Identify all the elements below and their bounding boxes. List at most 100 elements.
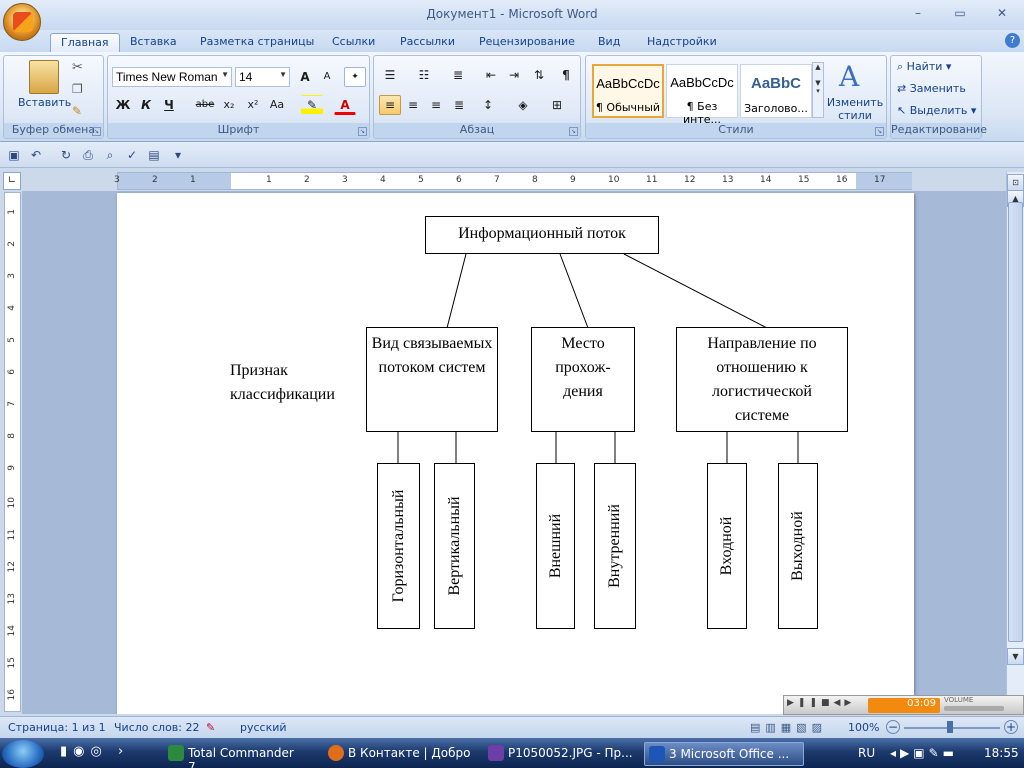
- taskbar-item-image-viewer[interactable]: P1050052.JPG - Пр...: [484, 742, 639, 766]
- print-preview-icon[interactable]: ⌕: [102, 147, 118, 163]
- clear-format-icon[interactable]: ✦: [344, 67, 366, 87]
- document-page[interactable]: Информационный поток Признак классификац…: [117, 193, 914, 714]
- subscript-button[interactable]: x₂: [218, 95, 240, 115]
- ruler-margin-left: [118, 173, 231, 189]
- tab-insert[interactable]: Вставка: [120, 33, 187, 52]
- style-normal[interactable]: AaBbCcDc ¶ Обычный: [592, 64, 664, 118]
- taskbar-item-browser[interactable]: В Контакте | Добро ...: [324, 742, 479, 768]
- justify-icon[interactable]: ≣: [448, 95, 470, 115]
- scroll-down-icon[interactable]: ▼: [1007, 648, 1024, 665]
- tab-view[interactable]: Вид: [588, 33, 630, 52]
- taskbar-item-total-commander[interactable]: Total Commander 7....: [164, 742, 319, 768]
- styles-launcher-icon[interactable]: ↘: [875, 127, 884, 136]
- proofing-icon[interactable]: ✎: [206, 721, 215, 734]
- media-controls-icon[interactable]: ▶❚❚■◀▶: [787, 698, 867, 713]
- styles-scroll-icon[interactable]: ▲ ▼ ▾: [812, 62, 824, 118]
- zoom-level[interactable]: 100%: [848, 721, 879, 734]
- horizontal-ruler[interactable]: 3 2 1 1 2 3 4 5 6 7 8 9 10 11 12 13 14 15 16 17: [114, 172, 912, 190]
- clipboard-launcher-icon[interactable]: ↘: [92, 127, 101, 136]
- ruler-number: 5: [418, 175, 424, 185]
- subcategory-box: Внутренний: [594, 463, 636, 629]
- maximize-button[interactable]: ▭: [950, 6, 970, 22]
- show-marks-icon[interactable]: ¶: [555, 65, 577, 85]
- italic-button[interactable]: К: [135, 95, 157, 115]
- language-indicator[interactable]: русский: [240, 721, 287, 734]
- word-count[interactable]: Число слов: 22: [114, 721, 200, 734]
- ruler-number: 4: [380, 175, 386, 185]
- sort-icon[interactable]: ⇅: [528, 65, 550, 85]
- align-right-icon[interactable]: ≡: [425, 95, 447, 115]
- open-icon[interactable]: ▤: [146, 147, 162, 163]
- bullets-icon[interactable]: ☰: [379, 65, 401, 85]
- save-icon[interactable]: ▣: [6, 147, 22, 163]
- close-button[interactable]: ✕: [992, 6, 1012, 22]
- spelling-icon[interactable]: ✓: [124, 147, 140, 163]
- tab-selector-icon[interactable]: ∟: [3, 172, 21, 190]
- numbering-icon[interactable]: ☷: [413, 65, 435, 85]
- find-button[interactable]: ⌕ Найти ▾: [897, 60, 951, 74]
- highlight-icon[interactable]: ✎: [301, 95, 323, 115]
- copy-icon[interactable]: ❐: [72, 82, 83, 96]
- customize-qat-icon[interactable]: ▾: [170, 147, 186, 163]
- tab-home[interactable]: Главная: [50, 33, 120, 52]
- tab-mailings[interactable]: Рассылки: [390, 33, 465, 52]
- editing-group: ⌕ Найти ▾ ⇄ Заменить ↖ Выделить ▾ Редакт…: [890, 55, 987, 139]
- tray-icons-icon[interactable]: ◂▶▣✎▬: [890, 746, 958, 760]
- style-heading[interactable]: AaBbC Заголово...: [740, 64, 812, 118]
- bold-button[interactable]: Ж: [112, 95, 134, 115]
- cut-icon[interactable]: ✂: [72, 60, 83, 75]
- tab-references[interactable]: Ссылки: [322, 33, 385, 52]
- font-launcher-icon[interactable]: ↘: [358, 127, 367, 136]
- start-button[interactable]: [2, 740, 44, 768]
- borders-icon[interactable]: ⊞: [546, 95, 568, 115]
- tab-review[interactable]: Рецензирование: [469, 33, 585, 52]
- format-painter-icon[interactable]: ✎: [72, 104, 82, 118]
- scroll-thumb[interactable]: [1008, 202, 1023, 642]
- font-color-button[interactable]: A: [334, 95, 356, 115]
- font-name-combo[interactable]: Times New Roman ▼: [112, 67, 232, 87]
- vertical-scrollbar[interactable]: ⊡ ▲ ▼: [1006, 172, 1024, 714]
- underline-button[interactable]: Ч: [158, 95, 180, 115]
- office-button[interactable]: [3, 3, 41, 41]
- replace-button[interactable]: ⇄ Заменить: [897, 82, 966, 95]
- shading-icon[interactable]: ◈: [512, 95, 534, 115]
- align-left-icon[interactable]: ≡: [379, 95, 401, 115]
- select-button[interactable]: ↖ Выделить ▾: [897, 104, 976, 117]
- font-size-combo[interactable]: 14 ▼: [235, 67, 290, 87]
- align-center-icon[interactable]: ≡: [402, 95, 424, 115]
- print-icon[interactable]: ⎙: [80, 147, 96, 163]
- change-case-button[interactable]: Aa: [266, 95, 288, 115]
- volume-slider[interactable]: [944, 706, 1004, 711]
- paste-button[interactable]: Вставить: [18, 96, 71, 109]
- page-count[interactable]: Страница: 1 из 1: [8, 721, 106, 734]
- category-text: Место прохож-дения: [555, 335, 611, 400]
- zoom-thumb[interactable]: [947, 721, 953, 733]
- multilevel-list-icon[interactable]: ≣: [447, 65, 469, 85]
- help-icon[interactable]: ?: [1005, 33, 1020, 48]
- replace-icon: ⇄: [897, 82, 910, 95]
- superscript-button[interactable]: x²: [242, 95, 264, 115]
- shrink-font-button[interactable]: A: [316, 67, 338, 87]
- view-buttons-icon[interactable]: ▤▥▦▧▨: [750, 721, 827, 734]
- quick-launch-icon[interactable]: ▮◉◎ ›: [60, 744, 129, 759]
- tab-page-layout[interactable]: Разметка страницы: [190, 33, 324, 52]
- line-spacing-icon[interactable]: ↕: [477, 95, 499, 115]
- increase-indent-icon[interactable]: ⇥: [503, 65, 525, 85]
- redo-icon[interactable]: ↻: [58, 147, 74, 163]
- minimize-button[interactable]: –: [908, 6, 928, 22]
- vertical-ruler[interactable]: 1 2 3 4 5 6 7 8 9 10 11 12 13 14 15 16: [4, 192, 21, 712]
- language-bar[interactable]: RU: [858, 746, 875, 760]
- grow-font-button[interactable]: A: [294, 67, 316, 87]
- ruler-toggle-icon[interactable]: ⊡: [1007, 174, 1024, 191]
- style-sample: AaBbC: [750, 75, 801, 92]
- tab-addins[interactable]: Надстройки: [637, 33, 727, 52]
- zoom-out-icon[interactable]: −: [886, 720, 900, 734]
- paragraph-launcher-icon[interactable]: ↘: [569, 127, 578, 136]
- undo-icon[interactable]: ↶: [28, 147, 44, 163]
- decrease-indent-icon[interactable]: ⇤: [480, 65, 502, 85]
- change-styles-button[interactable]: Изменить стили: [826, 96, 884, 122]
- strikethrough-button[interactable]: abe: [194, 95, 216, 115]
- zoom-in-icon[interactable]: +: [1004, 720, 1018, 734]
- taskbar-item-word[interactable]: 3 Microsoft Office ...: [644, 742, 804, 766]
- style-no-spacing[interactable]: AaBbCcDc ¶ Без инте...: [666, 64, 738, 126]
